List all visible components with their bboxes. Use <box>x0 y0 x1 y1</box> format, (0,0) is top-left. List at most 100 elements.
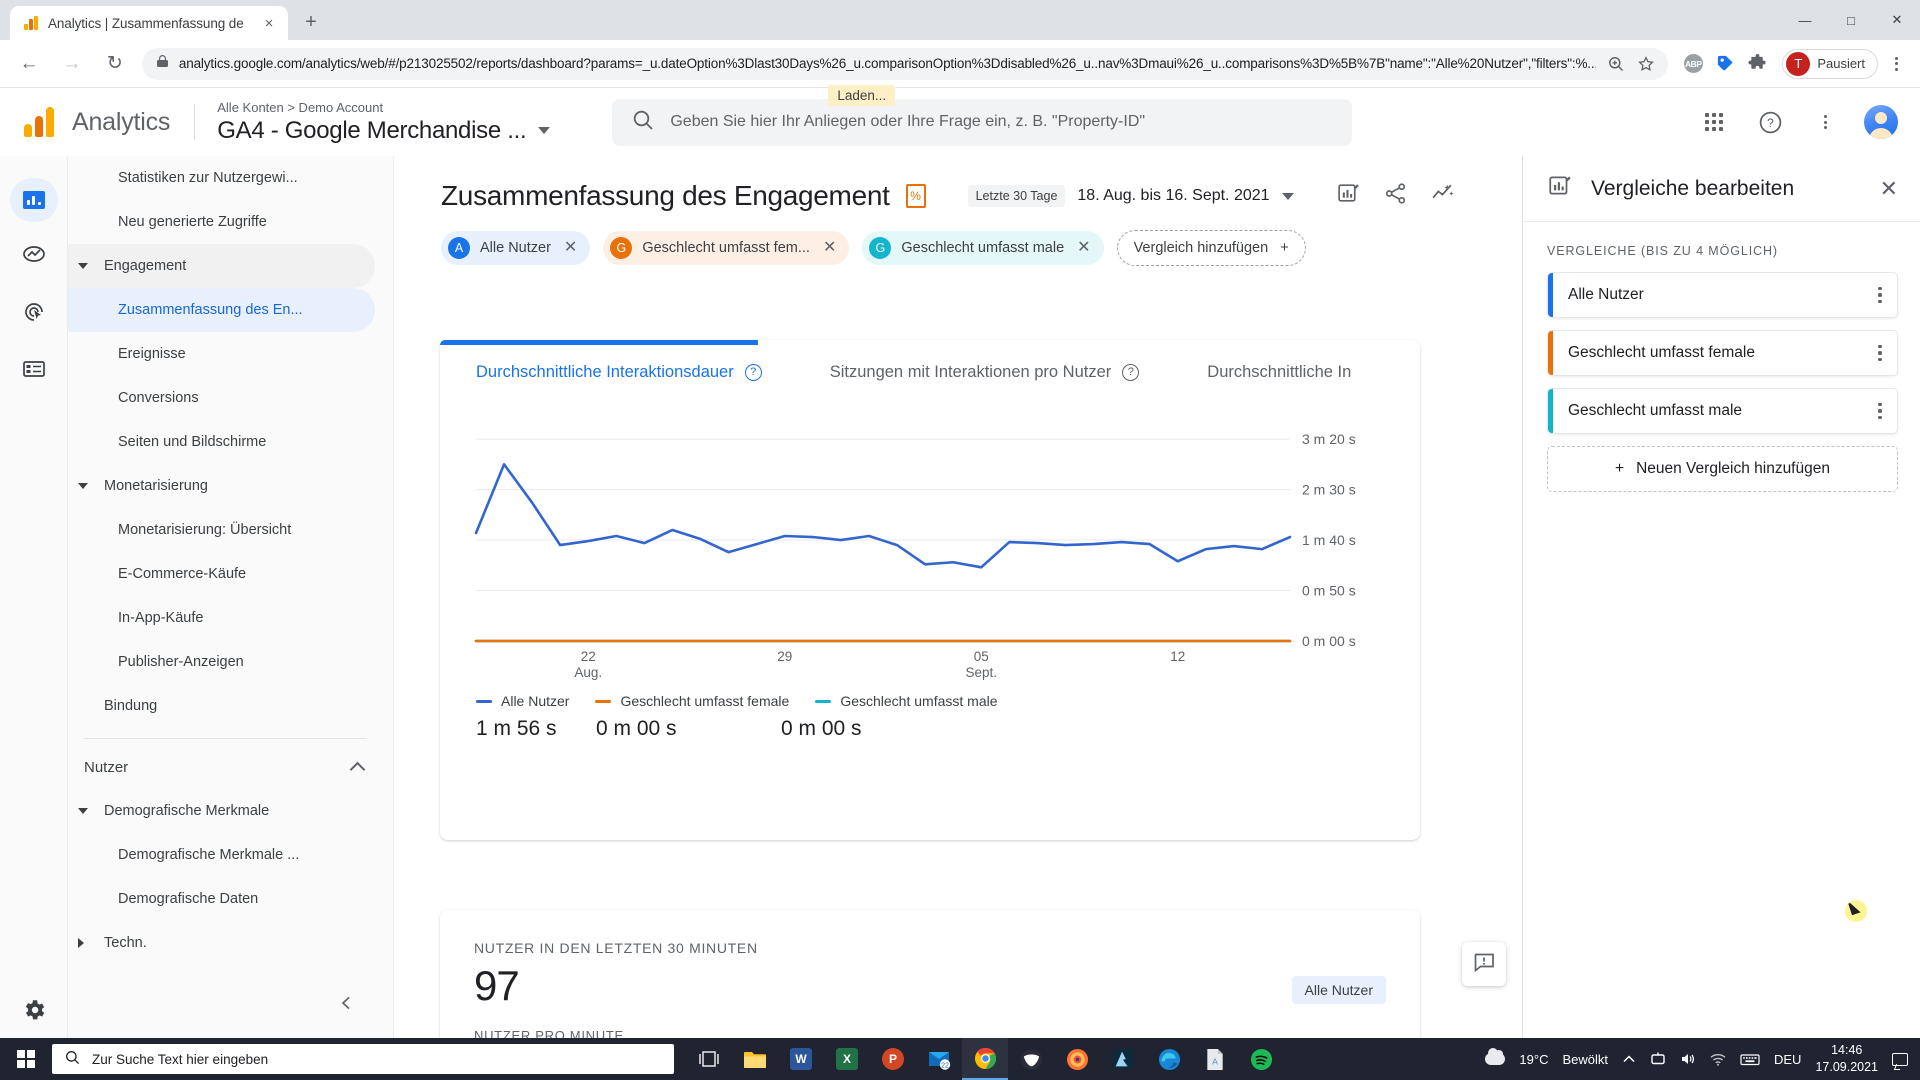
close-icon[interactable]: ✕ <box>564 240 577 256</box>
sidebar-item-advertising[interactable] <box>10 349 58 393</box>
acrobat-icon[interactable]: A <box>1192 1038 1238 1080</box>
firefox-icon[interactable] <box>1054 1038 1100 1080</box>
window-minimize-button[interactable]: — <box>1782 0 1828 40</box>
sidebar-item-reports[interactable] <box>10 235 58 279</box>
spotify-icon[interactable] <box>1238 1038 1284 1080</box>
sidebar-item-ereignisse[interactable]: Ereignisse <box>68 332 375 376</box>
wifi-icon[interactable] <box>1710 1053 1726 1066</box>
chrome-menu-icon[interactable] <box>1880 47 1914 81</box>
date-range-selector[interactable]: Letzte 30 Tage 18. Aug. bis 16. Sept. 20… <box>967 185 1294 207</box>
edit-comparisons-icon[interactable] <box>1336 181 1361 211</box>
tab-close-icon[interactable]: × <box>260 14 278 32</box>
chart-svg: 3 m 20 s 2 m 30 s 1 m 40 s 0 m 50 s 0 m 00 s… <box>474 431 1356 680</box>
legend-item-female[interactable]: Geschlecht umfasst female <box>595 693 789 709</box>
sidebar-item-techn[interactable]: Techn. <box>68 921 375 965</box>
more-vertical-icon[interactable] <box>1808 105 1842 139</box>
comparison-chip-male[interactable]: G Geschlecht umfasst male ✕ <box>862 231 1104 265</box>
tab-sitzungen-mit-interaktionen[interactable]: Sitzungen mit Interaktionen pro Nutzer ? <box>830 363 1140 382</box>
window-maximize-button[interactable]: □ <box>1828 0 1874 40</box>
word-icon[interactable]: W <box>778 1038 824 1080</box>
comparison-chip-female[interactable]: G Geschlecht umfasst fem... ✕ <box>603 231 850 265</box>
sidebar-item-monetarisierung-uebersicht[interactable]: Monetarisierung: Übersicht <box>68 508 375 552</box>
comparison-item-male[interactable]: Geschlecht umfasst male <box>1547 388 1898 434</box>
help-icon[interactable]: ? <box>1122 363 1140 381</box>
analytics-search-bar[interactable]: Geben Sie hier Ihr Anliegen oder Ihre Fr… <box>612 84 1353 146</box>
sidebar-item-in-app-kaeufe[interactable]: In-App-Käufe <box>68 596 375 640</box>
add-comparison-button[interactable]: Vergleich hinzufügen + <box>1116 230 1306 266</box>
close-icon[interactable]: ✕ <box>1077 240 1090 256</box>
keyboard-icon[interactable] <box>1740 1053 1760 1066</box>
edge-icon[interactable] <box>1146 1038 1192 1080</box>
sidebar-item-seiten-bildschirme[interactable]: Seiten und Bildschirme <box>68 420 375 464</box>
photoshop-icon[interactable] <box>1100 1038 1146 1080</box>
sidebar-item-neu-generierte-zugriffe[interactable]: Neu generierte Zugriffe <box>68 200 375 244</box>
sidebar-item-demografische-merkmale[interactable]: Demografische Merkmale <box>68 789 375 833</box>
help-icon[interactable]: ? <box>1750 102 1790 142</box>
feedback-button[interactable] <box>1462 942 1506 986</box>
sidebar-section-nutzer[interactable]: Nutzer <box>68 745 393 789</box>
settings-gear-button[interactable] <box>10 990 58 1034</box>
analytics-brand[interactable]: Analytics <box>0 107 170 137</box>
keyboard-language[interactable]: DEU <box>1774 1052 1801 1067</box>
file-explorer-icon[interactable] <box>732 1038 778 1080</box>
user-avatar[interactable] <box>1864 105 1898 139</box>
chrome-icon[interactable] <box>962 1038 1008 1080</box>
more-vertical-icon[interactable] <box>1863 402 1897 420</box>
comparison-item-female[interactable]: Geschlecht umfasst female <box>1547 330 1898 376</box>
sidebar-item-monetarisierung[interactable]: Monetarisierung <box>68 464 375 508</box>
window-close-button[interactable]: ✕ <box>1874 0 1920 40</box>
help-icon[interactable]: ? <box>744 363 762 381</box>
sidebar-item-ecommerce-kaeufe[interactable]: E-Commerce-Käufe <box>68 552 375 596</box>
sidebar-item-home[interactable] <box>9 178 58 222</box>
address-bar[interactable]: analytics.google.com/analytics/web/#/p21… <box>141 47 1669 80</box>
taskbar-search-input[interactable]: Zur Suche Text hier eingeben <box>52 1044 674 1074</box>
excel-icon[interactable]: X <box>824 1038 870 1080</box>
tag-assistant-icon[interactable] <box>1710 49 1740 79</box>
add-new-comparison-button[interactable]: + Neuen Vergleich hinzufügen <box>1547 446 1898 492</box>
sidebar-item-demografische-merkmale-detail[interactable]: Demografische Merkmale ... <box>68 833 375 877</box>
outlook-icon[interactable]: 22 <box>916 1038 962 1080</box>
more-vertical-icon[interactable] <box>1863 344 1897 362</box>
comparison-item-alle-nutzer[interactable]: Alle Nutzer <box>1547 272 1898 318</box>
tab-durchschnittliche-in[interactable]: Durchschnittliche In <box>1207 363 1351 382</box>
powerpoint-icon[interactable]: P <box>870 1038 916 1080</box>
close-icon[interactable]: ✕ <box>823 240 836 256</box>
extensions-puzzle-icon[interactable] <box>1742 49 1772 79</box>
thunderbird-icon[interactable] <box>1008 1038 1054 1080</box>
sidebar-item-statistiken[interactable]: Statistiken zur Nutzergewi... <box>68 156 375 200</box>
comparison-chip-alle-nutzer[interactable]: A Alle Nutzer ✕ <box>441 231 591 265</box>
legend-item-male[interactable]: Geschlecht umfasst male <box>815 693 998 709</box>
task-view-icon[interactable] <box>686 1038 732 1080</box>
sidebar-collapse-button[interactable] <box>330 988 364 1022</box>
browser-tab[interactable]: Analytics | Zusammenfassung de × <box>10 6 288 40</box>
new-tab-button[interactable]: + <box>296 7 326 37</box>
speaker-icon[interactable] <box>1680 1052 1696 1066</box>
star-icon[interactable] <box>1636 55 1656 72</box>
more-vertical-icon[interactable] <box>1863 286 1897 304</box>
realtime-segment-chip[interactable]: Alle Nutzer <box>1291 976 1386 1004</box>
screencast-icon[interactable] <box>1650 1052 1666 1066</box>
sidebar-item-demografische-daten[interactable]: Demografische Daten <box>68 877 375 921</box>
sidebar-item-zusammenfassung-engagement[interactable]: Zusammenfassung des En... <box>68 288 375 332</box>
sidebar-item-publisher-anzeigen[interactable]: Publisher-Anzeigen <box>68 640 375 684</box>
tab-durchschnittliche-interaktionsdauer[interactable]: Durchschnittliche Interaktionsdauer ? <box>476 363 762 382</box>
sidebar-item-conversions[interactable]: Conversions <box>68 376 375 420</box>
profile-button[interactable]: T Pausiert <box>1782 48 1879 79</box>
sidebar-item-bindung[interactable]: Bindung <box>68 684 375 728</box>
property-selector[interactable]: GA4 - Google Merchandise ... <box>217 117 551 145</box>
zoom-search-icon[interactable] <box>1606 56 1626 72</box>
adblock-plus-icon[interactable]: ABP <box>1678 49 1708 79</box>
insights-sparkle-icon[interactable] <box>1430 181 1455 211</box>
taskbar-clock[interactable]: 14:46 17.09.2021 <box>1815 1042 1878 1076</box>
back-button[interactable]: ← <box>12 47 46 81</box>
share-icon[interactable] <box>1383 181 1408 211</box>
tray-expand-chevron-up-icon[interactable] <box>1622 1052 1636 1066</box>
sidebar-item-engagement[interactable]: Engagement <box>68 244 375 288</box>
notification-icon[interactable] <box>1892 1052 1908 1066</box>
windows-start-icon[interactable] <box>0 1038 52 1080</box>
reload-button[interactable]: ↻ <box>98 47 132 81</box>
close-icon[interactable]: ✕ <box>1880 177 1898 200</box>
sidebar-item-explore[interactable] <box>10 292 58 336</box>
legend-item-alle-nutzer[interactable]: Alle Nutzer <box>476 693 569 709</box>
apps-grid-icon[interactable] <box>1694 102 1734 142</box>
